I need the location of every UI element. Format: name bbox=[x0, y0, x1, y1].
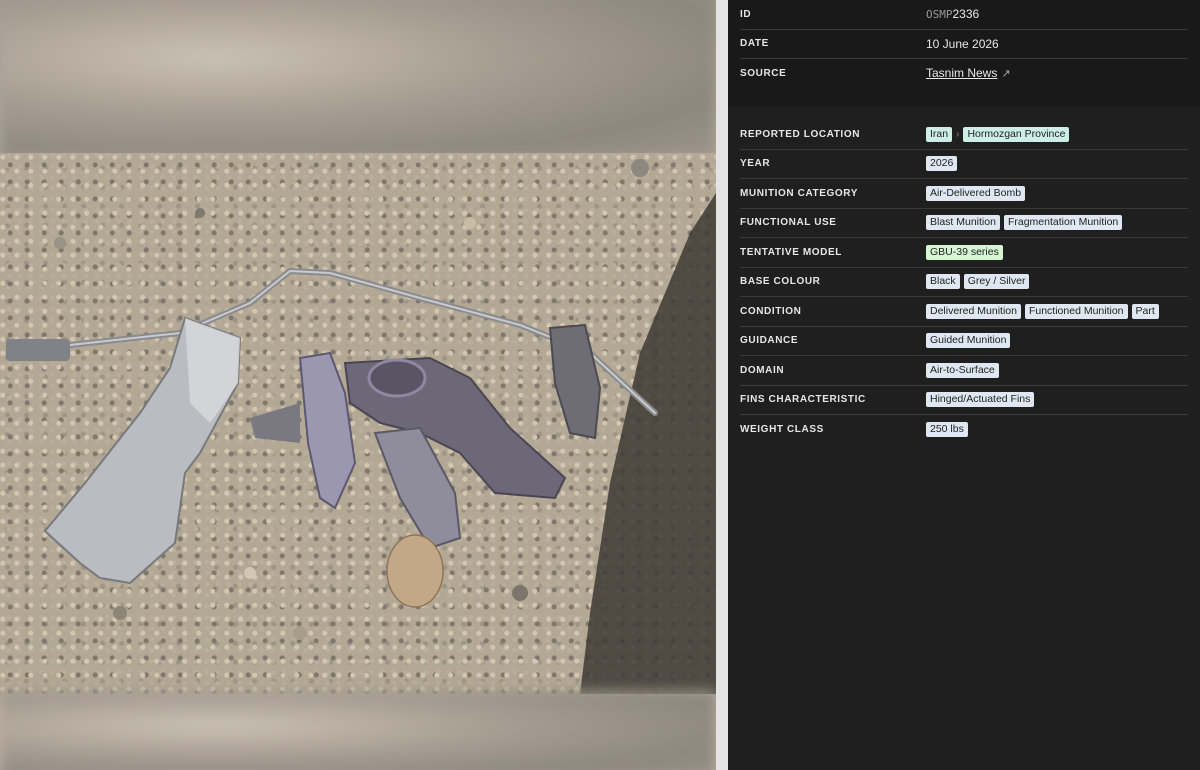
id-number: 2336 bbox=[952, 7, 980, 22]
model-label: TENTATIVE MODEL bbox=[740, 246, 842, 258]
fins-chips: Hinged/Actuated Fins bbox=[926, 392, 1035, 408]
external-link-icon[interactable]: ↗ bbox=[1001, 68, 1010, 80]
location-chips: Iran › Hormozgan Province bbox=[926, 126, 1070, 142]
location-province-chip[interactable]: Hormozgan Province bbox=[963, 126, 1070, 142]
model-chip[interactable]: GBU-39 series bbox=[926, 244, 1003, 260]
attr-row-weight: WEIGHT CLASS 250 lbs bbox=[740, 415, 1188, 444]
attr-row-condition: CONDITION Delivered Munition Functioned … bbox=[740, 297, 1188, 327]
chevron-right-icon: › bbox=[956, 128, 960, 140]
condition-label: CONDITION bbox=[740, 305, 802, 317]
attr-row-fins: FINS CHARACTERISTIC Hinged/Actuated Fins bbox=[740, 386, 1188, 415]
source-link[interactable]: Tasnim News bbox=[926, 66, 997, 80]
meta-row-id: ID OSMP2336 bbox=[740, 0, 1188, 30]
domain-chips: Air-to-Surface bbox=[926, 362, 999, 378]
source-label: SOURCE bbox=[740, 67, 787, 79]
meta-row-source: SOURCE Tasnim News ↗ bbox=[740, 59, 1188, 88]
category-label: MUNITION CATEGORY bbox=[740, 187, 858, 199]
id-value: OSMP2336 bbox=[926, 7, 979, 21]
weight-label: WEIGHT CLASS bbox=[740, 423, 824, 435]
colour-chip[interactable]: Grey / Silver bbox=[963, 274, 1030, 290]
attr-row-guidance: GUIDANCE Guided Munition bbox=[740, 327, 1188, 356]
year-chips: 2026 bbox=[926, 156, 958, 172]
attr-row-location: REPORTED LOCATION Iran › Hormozgan Provi… bbox=[740, 120, 1188, 150]
location-country-chip[interactable]: Iran bbox=[926, 126, 953, 142]
fins-chip[interactable]: Hinged/Actuated Fins bbox=[926, 392, 1035, 408]
domain-chip[interactable]: Air-to-Surface bbox=[926, 362, 999, 378]
location-label: REPORTED LOCATION bbox=[740, 128, 861, 140]
meta-section: ID OSMP2336 DATE 10 June 2026 SOURCE Tas… bbox=[728, 0, 1200, 106]
debris-illustration bbox=[6, 159, 716, 694]
attr-row-category: MUNITION CATEGORY Air-Delivered Bomb bbox=[740, 179, 1188, 209]
viewer-divider[interactable] bbox=[716, 0, 728, 770]
attributes-section: REPORTED LOCATION Iran › Hormozgan Provi… bbox=[728, 106, 1200, 444]
image-viewer bbox=[0, 0, 716, 770]
domain-label: DOMAIN bbox=[740, 364, 785, 376]
colour-chip[interactable]: Black bbox=[926, 274, 960, 290]
attr-row-year: YEAR 2026 bbox=[740, 150, 1188, 179]
attr-row-colour: BASE COLOUR Black Grey / Silver bbox=[740, 268, 1188, 297]
date-label: DATE bbox=[740, 38, 769, 50]
munition-photo[interactable] bbox=[0, 153, 716, 694]
details-panel: ID OSMP2336 DATE 10 June 2026 SOURCE Tas… bbox=[728, 0, 1200, 770]
use-label: FUNCTIONAL USE bbox=[740, 217, 837, 229]
weight-chips: 250 lbs bbox=[926, 421, 968, 437]
condition-chip[interactable]: Delivered Munition bbox=[926, 303, 1021, 319]
condition-chips: Delivered Munition Functioned Munition P… bbox=[926, 303, 1159, 319]
id-prefix: OSMP bbox=[926, 8, 953, 22]
condition-chip[interactable]: Part bbox=[1131, 303, 1159, 319]
use-chip[interactable]: Fragmentation Munition bbox=[1003, 215, 1123, 231]
source-value: Tasnim News ↗ bbox=[926, 66, 1011, 80]
condition-chip[interactable]: Functioned Munition bbox=[1024, 303, 1128, 319]
year-chip[interactable]: 2026 bbox=[926, 156, 958, 172]
colour-chips: Black Grey / Silver bbox=[926, 274, 1030, 290]
use-chip[interactable]: Blast Munition bbox=[926, 215, 1000, 231]
category-chip[interactable]: Air-Delivered Bomb bbox=[926, 185, 1026, 201]
blurred-backdrop-top bbox=[0, 0, 716, 158]
id-label: ID bbox=[740, 8, 752, 20]
year-label: YEAR bbox=[740, 158, 771, 170]
date-value: 10 June 2026 bbox=[926, 36, 999, 51]
guidance-chip[interactable]: Guided Munition bbox=[926, 333, 1011, 349]
attr-row-domain: DOMAIN Air-to-Surface bbox=[740, 356, 1188, 386]
guidance-label: GUIDANCE bbox=[740, 335, 799, 347]
meta-row-date: DATE 10 June 2026 bbox=[740, 30, 1188, 59]
blurred-backdrop-bottom bbox=[0, 690, 716, 770]
colour-label: BASE COLOUR bbox=[740, 276, 821, 288]
fins-label: FINS CHARACTERISTIC bbox=[740, 394, 866, 406]
attr-row-use: FUNCTIONAL USE Blast Munition Fragmentat… bbox=[740, 209, 1188, 238]
guidance-chips: Guided Munition bbox=[926, 333, 1011, 349]
category-chips: Air-Delivered Bomb bbox=[926, 185, 1026, 201]
weight-chip[interactable]: 250 lbs bbox=[926, 421, 968, 437]
attr-row-model: TENTATIVE MODEL GBU-39 series bbox=[740, 238, 1188, 268]
model-chips: GBU-39 series bbox=[926, 244, 1003, 260]
use-chips: Blast Munition Fragmentation Munition bbox=[926, 215, 1123, 231]
